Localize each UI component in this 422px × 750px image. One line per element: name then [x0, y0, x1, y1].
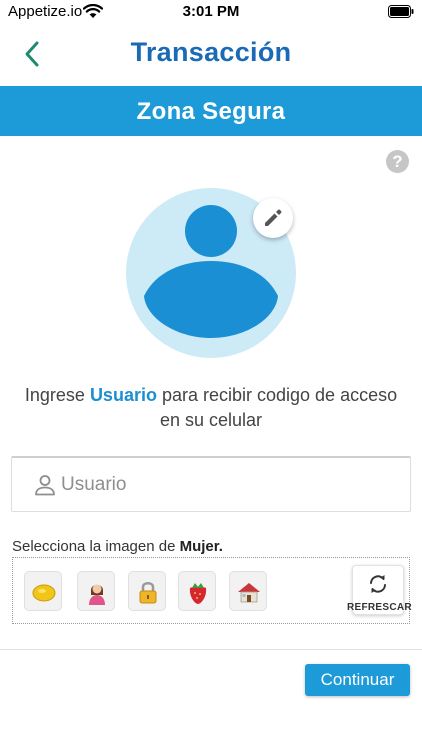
image-selector: REFRESCAR [12, 557, 412, 624]
secure-zone-banner: Zona Segura [0, 86, 422, 136]
instructions-highlight: Usuario [89, 385, 157, 405]
image-option-lemon[interactable] [24, 571, 62, 611]
username-input[interactable] [61, 468, 391, 502]
image-select-prompt: Selecciona la imagen de Mujer. [12, 538, 223, 555]
pencil-icon [265, 209, 282, 226]
image-option-padlock[interactable] [128, 571, 166, 611]
image-option-house[interactable] [229, 571, 267, 611]
divider [0, 649, 422, 650]
continue-button[interactable]: Continuar [305, 664, 410, 696]
image-option-strawberry[interactable] [178, 571, 216, 611]
woman-icon [89, 584, 105, 605]
person-icon [35, 475, 55, 496]
page-title: Transacción [130, 37, 292, 67]
lemon-icon [32, 584, 56, 602]
instructions-suffix: para recibir codigo de acceso en su celu… [156, 385, 398, 430]
status-bar: Appetize.io 3:01 PM [0, 0, 422, 24]
image-select-prefix: Selecciona la imagen de [12, 538, 180, 555]
strawberry-icon [189, 583, 207, 604]
clock: 3:01 PM [182, 3, 240, 20]
battery-icon [388, 5, 414, 18]
house-icon [238, 583, 260, 603]
refresh-icon [370, 575, 386, 593]
image-option-woman[interactable] [77, 571, 115, 611]
instructions-prefix: Ingrese [24, 385, 90, 405]
image-select-target: Mujer. [179, 538, 223, 555]
padlock-icon [139, 582, 157, 604]
instructions-text: Ingrese Usuario para recibir codigo de a… [20, 383, 402, 433]
refresh-button[interactable]: REFRESCAR [347, 565, 412, 615]
username-field [11, 456, 411, 512]
refresh-label: REFRESCAR [347, 602, 412, 613]
nav-bar: Transacción [0, 24, 422, 86]
help-icon[interactable]: ? [386, 150, 409, 173]
edit-avatar-button[interactable] [253, 198, 293, 238]
